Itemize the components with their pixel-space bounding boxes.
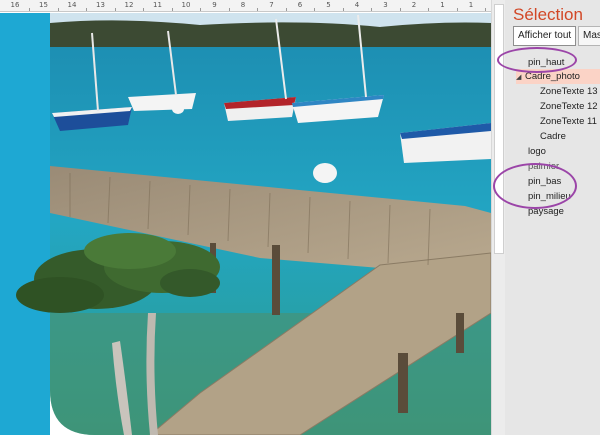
slide-canvas[interactable]: 16 15 14 13 12 11 10 9 8 7 6 5 4 3 2 1 1: [0, 0, 491, 435]
ruler-tick-mark: [428, 8, 430, 11]
ruler-tick-label: 6: [297, 1, 303, 9]
ruler-tick-mark: [114, 8, 116, 11]
ruler-tick-label: 15: [39, 1, 48, 9]
annotation-ellipse-top: [497, 47, 577, 73]
ruler-tick-label: 5: [326, 1, 331, 9]
hide-all-button[interactable]: Masquer tout: [578, 26, 600, 46]
pane-title: Sélection: [513, 5, 583, 24]
ruler-tick-label: 1: [440, 1, 445, 9]
ruler-tick-label: 14: [67, 1, 77, 9]
ruler-tick-label: 10: [181, 1, 191, 9]
ruler-tick-mark: [456, 8, 458, 11]
ruler-tick-label: 12: [124, 1, 134, 9]
buoy: [313, 163, 337, 183]
buoy-small: [172, 104, 184, 114]
slide[interactable]: [0, 13, 491, 435]
horizontal-ruler: 16 15 14 13 12 11 10 9 8 7 6 5 4 3 2 1 1: [0, 0, 491, 12]
show-all-button[interactable]: Afficher tout: [513, 26, 577, 46]
ruler-tick-label: 13: [96, 1, 105, 9]
ruler-tick-label: 8: [240, 1, 246, 9]
ruler-tick-mark: [399, 8, 401, 11]
ruler-tick-label: 11: [153, 1, 162, 9]
ruler-tick-mark: [171, 8, 173, 11]
far-hills: [50, 20, 491, 51]
layer-item-zonetexte-13[interactable]: ZoneTexte 13: [540, 84, 598, 99]
ruler-tick-mark: [314, 8, 316, 11]
ruler-tick-mark: [200, 8, 202, 11]
ruler-tick-mark: [371, 8, 373, 11]
ruler-tick-mark: [342, 8, 344, 11]
layer-item-cadre[interactable]: Cadre: [540, 129, 566, 144]
ruler-tick-mark: [485, 8, 487, 11]
ruler-tick-label: 9: [212, 1, 217, 9]
scrollbar-thumb[interactable]: [494, 4, 504, 254]
ruler-tick-label: 16: [10, 1, 20, 9]
ruler-tick-label: 2: [411, 1, 417, 9]
ruler-tick-label: 4: [354, 1, 360, 9]
ruler-tick-mark: [86, 8, 88, 11]
ruler-tick-mark: [143, 8, 145, 11]
layer-item-zonetexte-11[interactable]: ZoneTexte 11: [540, 114, 597, 129]
ruler-tick-label: 3: [383, 1, 388, 9]
ruler-tick-label: 1: [468, 1, 474, 9]
ruler-tick-mark: [257, 8, 259, 11]
layer-item-logo[interactable]: logo: [528, 144, 546, 159]
ruler-tick-mark: [285, 8, 287, 11]
annotation-ellipse-bottom: [493, 163, 577, 209]
ruler-tick-mark: [57, 8, 59, 11]
ruler-tick-label: 7: [269, 1, 274, 9]
ruler-tick-mark: [29, 8, 31, 11]
photo-composition[interactable]: [0, 13, 491, 435]
ruler-tick-mark: [228, 8, 230, 11]
layer-item-zonetexte-12[interactable]: ZoneTexte 12: [540, 99, 598, 114]
